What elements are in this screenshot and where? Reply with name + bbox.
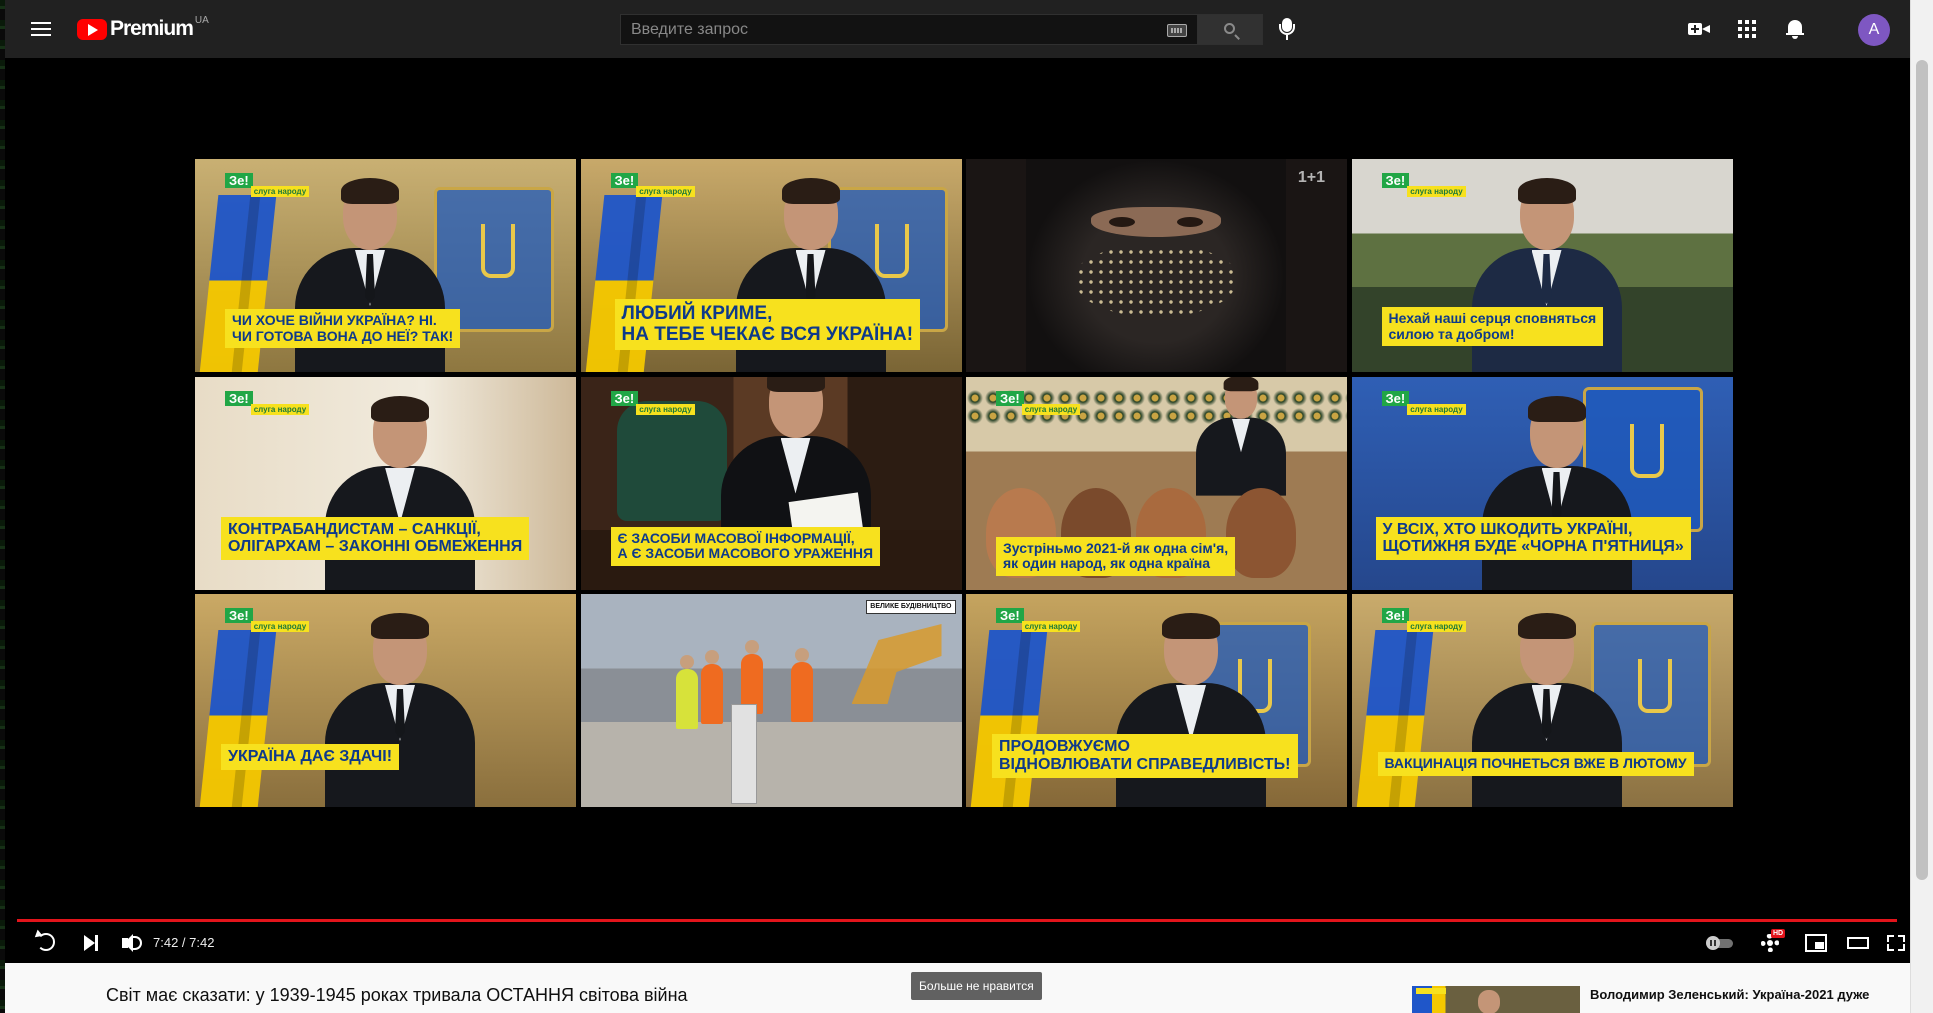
recommended-title[interactable]: Володимир Зеленський: Україна-2021 дуже (1590, 986, 1890, 1003)
endscreen-tile[interactable]: Зе! слуга народу Зустріньмо 2021-й як одн… (966, 376, 1347, 590)
tile-caption: ВАКЦИНАЦІЯ ПОЧНЕТЬСЯ ВЖЕ В ЛЮТОМУ (1377, 752, 1694, 776)
create-video-icon[interactable] (1687, 17, 1711, 41)
time-total: 7:42 (189, 935, 215, 950)
tile-caption: ЛЮБИЙ КРИМЕ, НА ТЕБЕ ЧЕКАЄ ВСЯ УКРАЇНА! (614, 299, 921, 350)
search-button[interactable] (1198, 14, 1263, 45)
tile-caption: ПРОДОВЖУЄМО ВІДНОВЛЮВАТИ СПРАВЕДЛИВІСТЬ! (992, 734, 1298, 778)
volume-button[interactable] (115, 925, 145, 961)
construction-program-logo: ВЕЛИКЕ БУДІВНИЦТВО (866, 600, 956, 614)
video-title: Світ має сказати: у 1939-1945 роках трив… (106, 985, 688, 1005)
player-controls: 7:42 / 7:42 HD (17, 925, 1910, 963)
keyboard-icon[interactable] (1167, 24, 1187, 37)
ze-badge: Зе! слуга народу (996, 608, 1081, 632)
endscreen-tile[interactable]: Зе! слуга народу ЧИ ХОЧЕ ВІЙНИ УКРАЇНА? Н… (195, 159, 576, 372)
youtube-logo[interactable]: Premium UA (77, 14, 209, 40)
browser-window: Premium UA Введите запрос A Зе! слуга на… (5, 0, 1910, 1013)
logo-text: Premium (110, 17, 194, 40)
endscreen-tile[interactable]: Зе! слуга народу ПРОДОВЖУЄМО ВІДНОВЛЮВАТИ… (966, 594, 1347, 807)
replay-button[interactable] (31, 925, 61, 961)
fullscreen-icon (1887, 935, 1894, 942)
endscreen-tile[interactable]: Зе! слуга народу УКРАЇНА ДАЄ ЗДАЧІ! (195, 594, 576, 807)
masthead: Premium UA Введите запрос A (5, 0, 1910, 58)
time-separator: / (178, 935, 190, 950)
recommended-thumbnail[interactable] (1412, 986, 1580, 1013)
theater-icon (1847, 937, 1869, 949)
endscreen-grid: Зе! слуга народу ЧИ ХОЧЕ ВІЙНИ УКРАЇНА? Н… (195, 159, 1733, 807)
endscreen-tile[interactable]: Зе! слуга народу ВАКЦИНАЦІЯ ПОЧНЕТЬСЯ ВЖЕ… (1351, 594, 1733, 807)
tile-caption: КОНТРАБАНДИСТАМ – САНКЦІЇ, ОЛІГАРХАМ – З… (221, 516, 530, 561)
below-player: Світ має сказати: у 1939-1945 роках трив… (5, 963, 1910, 1013)
tile-caption: Зустріньмо 2021-й як одна сім'я, як один… (996, 536, 1236, 576)
endscreen-tile[interactable]: Зе! слуга народу Нехай наші серця сповнят… (1351, 159, 1733, 372)
tile-caption: Є ЗАСОБИ МАСОВОЇ ІНФОРМАЦІЇ, А Є ЗАСОБИ … (610, 526, 881, 566)
dislike-tooltip: Больше не нравится (911, 972, 1042, 1000)
ze-badge: Зе! слуга народу (996, 390, 1081, 415)
endscreen-tile[interactable]: Зе! слуга народу У ВСІХ, ХТО ШКОДИТЬ УКРА… (1351, 376, 1733, 590)
tile-caption: У ВСІХ, ХТО ШКОДИТЬ УКРАЇНІ, ЩОТИЖНЯ БУД… (1375, 516, 1691, 561)
ze-badge: Зе! слуга народу (1381, 608, 1466, 632)
progress-bar[interactable] (17, 919, 1897, 922)
logo-region: UA (194, 14, 209, 26)
tile-caption: ЧИ ХОЧЕ ВІЙНИ УКРАЇНА? НІ. ЧИ ГОТОВА ВОН… (225, 309, 461, 349)
theater-mode-button[interactable] (1843, 925, 1873, 961)
avatar[interactable]: A (1858, 14, 1890, 46)
endscreen-tile[interactable]: Зе! слуга народу КОНТРАБАНДИСТАМ – САНКЦІ… (195, 376, 576, 590)
settings-button[interactable]: HD (1755, 925, 1786, 961)
search-box (620, 14, 1198, 45)
miniplayer-button[interactable] (1801, 925, 1831, 961)
notifications-bell-icon[interactable] (1783, 17, 1807, 41)
endscreen-tile[interactable]: ВЕЛИКЕ БУДІВНИЦТВО (580, 594, 962, 807)
ze-badge: Зе! слуга народу (1381, 173, 1466, 197)
page-scrollbar[interactable] (1910, 0, 1933, 1013)
search-bar (620, 14, 1263, 45)
next-icon (84, 935, 95, 951)
fullscreen-button[interactable] (1883, 925, 1909, 961)
endscreen-tile[interactable]: Зе! слуга народу ЛЮБИЙ КРИМЕ, НА ТЕБЕ ЧЕК… (580, 159, 962, 372)
apps-grid-icon[interactable] (1735, 17, 1759, 41)
menu-icon[interactable] (29, 17, 53, 41)
hd-badge: HD (1771, 929, 1786, 938)
ze-badge: Зе! слуга народу (610, 173, 695, 197)
microphone-icon[interactable] (1275, 16, 1299, 42)
ze-badge: Зе! слуга народу (225, 608, 310, 632)
autoplay-toggle[interactable] (1705, 925, 1735, 961)
search-icon (1224, 23, 1235, 34)
search-input[interactable] (621, 20, 1141, 39)
endscreen-tile[interactable]: Зе! слуга народу Є ЗАСОБИ МАСОВОЇ ІНФОРМА… (580, 376, 962, 590)
ze-badge: Зе! слуга народу (225, 173, 310, 197)
next-button[interactable] (75, 925, 105, 961)
time-current: 7:42 (153, 935, 179, 950)
video-player[interactable]: Зе! слуга народу ЧИ ХОЧЕ ВІЙНИ УКРАЇНА? Н… (17, 58, 1910, 963)
ze-badge: Зе! слуга народу (610, 390, 695, 415)
youtube-play-icon (77, 18, 107, 40)
tv-channel-logo: 1+1 (1297, 169, 1325, 186)
endscreen-tile[interactable]: 1+1 (966, 159, 1347, 372)
tile-caption: Нехай наші серця сповняться силою та доб… (1381, 307, 1604, 347)
tile-caption: УКРАЇНА ДАЄ ЗДАЧІ! (221, 744, 400, 770)
time-display: 7:42 / 7:42 (153, 935, 214, 950)
ze-badge: Зе! слуга народу (225, 390, 310, 415)
scrollbar-thumb[interactable] (1916, 60, 1928, 880)
ze-badge: Зе! слуга народу (1381, 390, 1466, 415)
pause-icon (1706, 936, 1720, 950)
